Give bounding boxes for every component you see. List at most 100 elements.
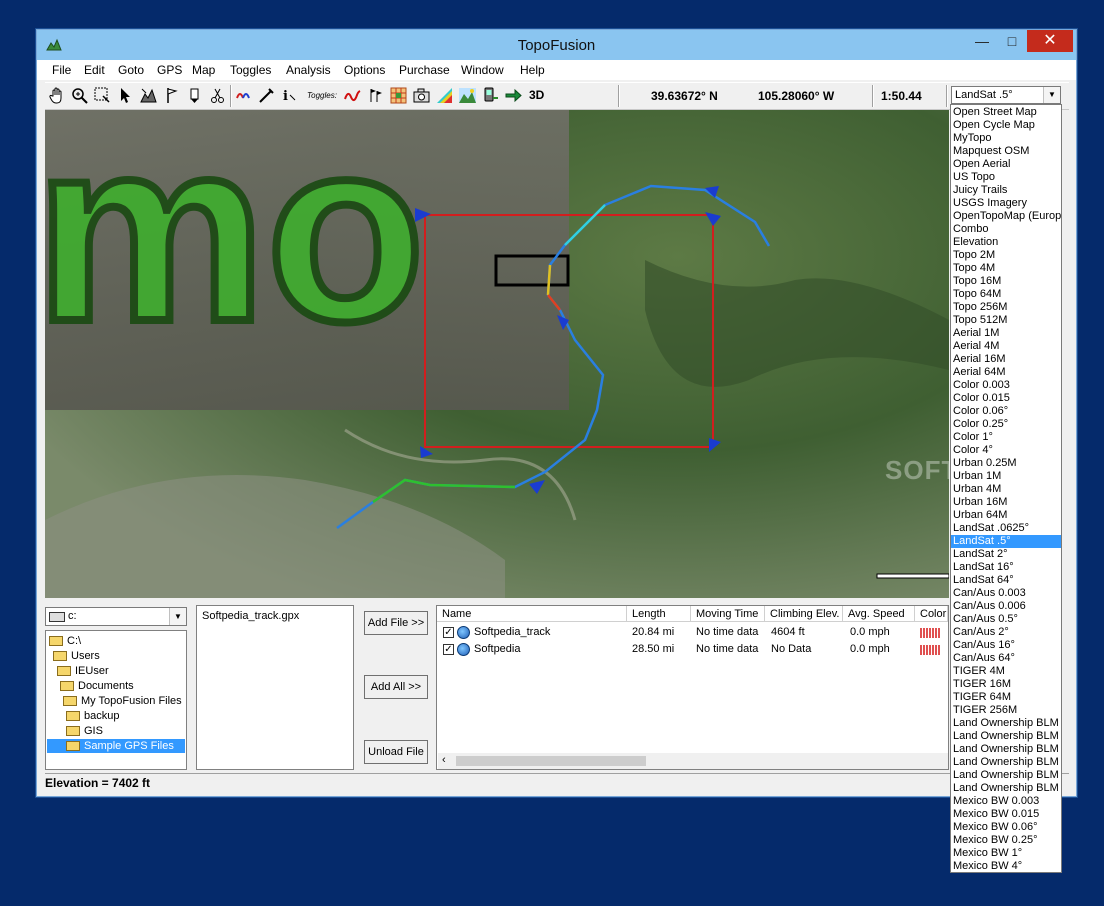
map-type-option[interactable]: Color 0.015 bbox=[951, 392, 1061, 405]
map-type-option[interactable]: MyTopo bbox=[951, 132, 1061, 145]
map-type-option[interactable]: Color 1° bbox=[951, 431, 1061, 444]
map-type-option[interactable]: Color 0.25° bbox=[951, 418, 1061, 431]
column-header-color[interactable]: Color bbox=[915, 606, 948, 622]
map-type-option[interactable]: Urban 1M bbox=[951, 470, 1061, 483]
map-type-option[interactable]: Topo 2M bbox=[951, 249, 1061, 262]
track-toggle-icon[interactable] bbox=[343, 86, 362, 105]
color-ramp-icon[interactable] bbox=[435, 86, 454, 105]
map-type-option[interactable]: Topo 512M bbox=[951, 314, 1061, 327]
map-type-option[interactable]: Land Ownership BLM 1 bbox=[951, 769, 1061, 782]
map-type-option[interactable]: Elevation bbox=[951, 236, 1061, 249]
horizontal-scrollbar[interactable]: ‹ bbox=[438, 753, 948, 769]
map-type-option[interactable]: TIGER 4M bbox=[951, 665, 1061, 678]
track-color-swatch[interactable] bbox=[920, 628, 940, 638]
maximize-button[interactable]: □ bbox=[997, 30, 1027, 52]
chevron-down-icon[interactable]: ▼ bbox=[1043, 87, 1060, 103]
elevation-profile-icon[interactable] bbox=[139, 86, 158, 105]
map-type-option[interactable]: Land Ownership BLM 0 bbox=[951, 717, 1061, 730]
select-arrow-icon[interactable] bbox=[116, 86, 135, 105]
dir-item[interactable]: Documents bbox=[60, 679, 134, 693]
dir-item[interactable]: My TopoFusion Files bbox=[63, 694, 182, 708]
map-type-option[interactable]: Land Ownership BLM 0 bbox=[951, 743, 1061, 756]
map-type-option[interactable]: Juicy Trails bbox=[951, 184, 1061, 197]
3d-view-button[interactable]: 3D bbox=[529, 88, 544, 102]
dir-item[interactable]: GIS bbox=[66, 724, 103, 738]
waypoint-flag-icon[interactable] bbox=[162, 86, 181, 105]
map-type-option[interactable]: Mexico BW 4° bbox=[951, 860, 1061, 872]
add-all-button[interactable]: Add All >> bbox=[364, 675, 428, 699]
menu-options[interactable]: Options bbox=[344, 63, 385, 77]
close-button[interactable]: ✕ bbox=[1027, 30, 1073, 52]
map-type-option[interactable]: LandSat 64° bbox=[951, 574, 1061, 587]
map-type-option[interactable]: Can/Aus 0.006 bbox=[951, 600, 1061, 613]
map-type-option[interactable]: LandSat 16° bbox=[951, 561, 1061, 574]
map-type-option[interactable]: Aerial 16M bbox=[951, 353, 1061, 366]
map-type-option-selected[interactable]: LandSat .5° bbox=[951, 535, 1061, 548]
menu-purchase[interactable]: Purchase bbox=[399, 63, 450, 77]
map-type-option[interactable]: Topo 256M bbox=[951, 301, 1061, 314]
chevron-down-icon[interactable]: ▼ bbox=[169, 608, 186, 625]
menu-goto[interactable]: Goto bbox=[118, 63, 144, 77]
menu-analysis[interactable]: Analysis bbox=[286, 63, 331, 77]
map-type-option[interactable]: Urban 16M bbox=[951, 496, 1061, 509]
map-type-option[interactable]: Mapquest OSM bbox=[951, 145, 1061, 158]
map-type-option[interactable]: Urban 0.25M bbox=[951, 457, 1061, 470]
waypoint-toggle-icon[interactable] bbox=[366, 86, 385, 105]
map-type-option[interactable]: TIGER 256M bbox=[951, 704, 1061, 717]
marker-icon[interactable] bbox=[185, 86, 204, 105]
zoom-box-icon[interactable] bbox=[93, 86, 112, 105]
map-type-option[interactable]: Mexico BW 0.25° bbox=[951, 834, 1061, 847]
camera-icon[interactable] bbox=[412, 86, 431, 105]
menu-edit[interactable]: Edit bbox=[84, 63, 105, 77]
map-type-option[interactable]: LandSat 2° bbox=[951, 548, 1061, 561]
map-type-option[interactable]: Can/Aus 0.003 bbox=[951, 587, 1061, 600]
info-icon[interactable]: i bbox=[280, 86, 299, 105]
menu-file[interactable]: File bbox=[52, 63, 71, 77]
scrollbar-thumb[interactable] bbox=[456, 756, 646, 766]
track-checkbox[interactable]: ✓ bbox=[443, 644, 454, 655]
map-type-option[interactable]: Open Street Map bbox=[951, 106, 1061, 119]
track-color-swatch[interactable] bbox=[920, 645, 940, 655]
map-type-option[interactable]: Mexico BW 0.003 bbox=[951, 795, 1061, 808]
map-type-option[interactable]: Urban 64M bbox=[951, 509, 1061, 522]
dir-item[interactable]: C:\ bbox=[49, 634, 81, 648]
map-type-option[interactable]: Urban 4M bbox=[951, 483, 1061, 496]
map-type-option[interactable]: Land Ownership BLM 0 bbox=[951, 730, 1061, 743]
map-type-option[interactable]: Open Cycle Map bbox=[951, 119, 1061, 132]
map-type-option[interactable]: Land Ownership BLM 0 bbox=[951, 756, 1061, 769]
dir-item-selected[interactable]: Sample GPS Files bbox=[47, 739, 185, 753]
menu-map[interactable]: Map bbox=[192, 63, 215, 77]
track-checkbox[interactable]: ✓ bbox=[443, 627, 454, 638]
drive-select[interactable]: c: ▼ bbox=[45, 607, 187, 626]
go-arrow-icon[interactable] bbox=[504, 86, 523, 105]
unload-file-button[interactable]: Unload File bbox=[364, 740, 428, 764]
tools-icon[interactable] bbox=[257, 86, 276, 105]
scroll-left-icon[interactable]: ‹ bbox=[442, 754, 446, 766]
grid-toggle-icon[interactable] bbox=[389, 86, 408, 105]
file-item[interactable]: Softpedia_track.gpx bbox=[202, 610, 299, 622]
dir-item[interactable]: IEUser bbox=[57, 664, 109, 678]
map-type-dropdown-list[interactable]: Open Street Map Open Cycle Map MyTopo Mapqu… bbox=[950, 104, 1062, 873]
map-type-option[interactable]: Color 0.06° bbox=[951, 405, 1061, 418]
gps-device-icon[interactable] bbox=[481, 86, 500, 105]
map-type-option[interactable]: Color 0.003 bbox=[951, 379, 1061, 392]
map-type-option[interactable]: Can/Aus 16° bbox=[951, 639, 1061, 652]
column-header-moving-time[interactable]: Moving Time bbox=[691, 606, 765, 622]
dir-item[interactable]: backup bbox=[66, 709, 119, 723]
column-header-length[interactable]: Length bbox=[627, 606, 691, 622]
terrain-icon[interactable] bbox=[458, 86, 477, 105]
map-type-option[interactable]: Topo 16M bbox=[951, 275, 1061, 288]
column-header-name[interactable]: Name bbox=[437, 606, 627, 622]
map-type-option[interactable]: Topo 4M bbox=[951, 262, 1061, 275]
map-type-option[interactable]: US Topo bbox=[951, 171, 1061, 184]
map-type-select[interactable]: LandSat .5° ▼ bbox=[951, 86, 1061, 104]
scissors-icon[interactable] bbox=[208, 86, 227, 105]
map-view[interactable]: mo SOFTPEDIA bbox=[45, 110, 949, 598]
map-type-option[interactable]: TIGER 16M bbox=[951, 678, 1061, 691]
map-type-option[interactable]: OpenTopoMap (Europe) bbox=[951, 210, 1061, 223]
hand-pan-icon[interactable] bbox=[48, 86, 67, 105]
map-type-option[interactable]: Topo 64M bbox=[951, 288, 1061, 301]
menu-help[interactable]: Help bbox=[520, 63, 545, 77]
title-bar[interactable]: TopoFusion — □ ✕ bbox=[37, 30, 1076, 60]
map-type-option[interactable]: Mexico BW 0.06° bbox=[951, 821, 1061, 834]
